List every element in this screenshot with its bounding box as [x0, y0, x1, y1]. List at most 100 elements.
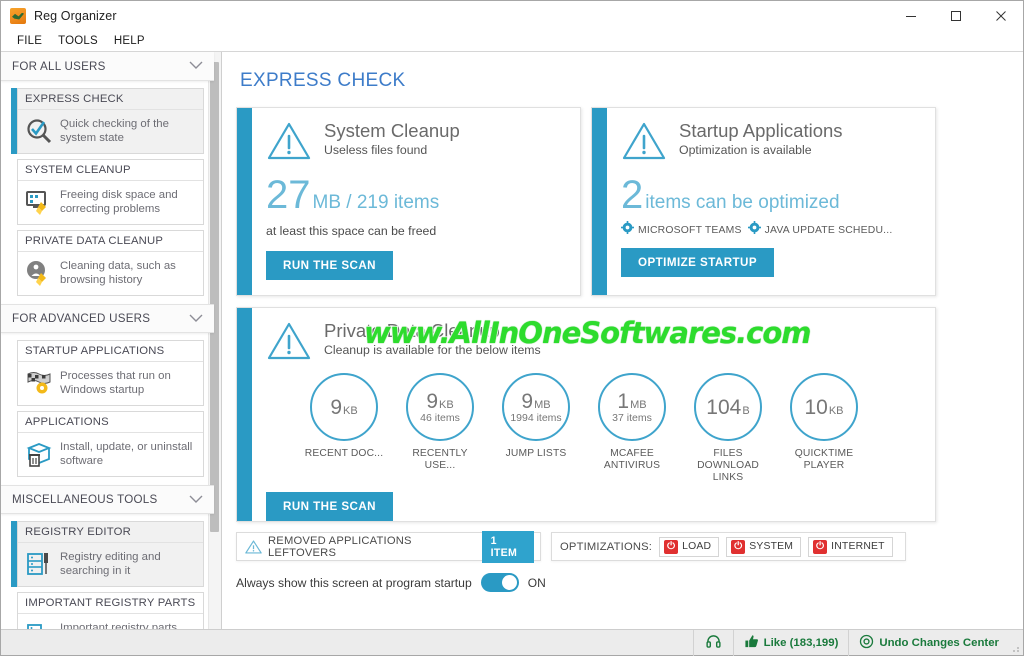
- sidebar-item-head: SYSTEM CLEANUP: [18, 160, 203, 181]
- leftovers-panel[interactable]: REMOVED APPLICATIONS LEFTOVERS 1 ITEM: [236, 530, 541, 563]
- optimization-chip-system[interactable]: ⏻ SYSTEM: [726, 536, 802, 557]
- circle-item[interactable]: 104 B FILES DOWNLOAD LINKS: [684, 373, 772, 484]
- maximize-icon[interactable]: [933, 1, 978, 31]
- startup-item: MICROSOFT TEAMS: [621, 221, 742, 239]
- card-note: at least this space can be freed: [266, 224, 437, 238]
- checkered-flag-gear-icon: [25, 369, 53, 397]
- group-title: MISCELLANEOUS TOOLS: [12, 493, 158, 506]
- sidebar-group-for-advanced-users[interactable]: FOR ADVANCED USERS: [1, 304, 214, 333]
- circle-label: RECENTLY USE...: [412, 448, 468, 471]
- circle-value: 9: [426, 389, 438, 413]
- card-subtitle: Optimization is available: [679, 143, 812, 157]
- sidebar-item-registry-editor[interactable]: REGISTRY EDITOR Registry editing and sea…: [11, 521, 204, 587]
- power-icon: ⏻: [731, 539, 746, 554]
- run-the-scan-button[interactable]: RUN THE SCAN: [266, 251, 393, 280]
- circle-gauge: 9 MB 1994 items: [502, 373, 570, 441]
- registry-screwdriver-icon: [25, 550, 53, 578]
- sidebar-item-desc: Quick checking of the system state: [60, 118, 169, 144]
- sidebar-item-important-registry-parts[interactable]: IMPORTANT REGISTRY PARTS Important regis…: [17, 592, 204, 629]
- sidebar-item-desc: Freeing disk space and correcting proble…: [60, 189, 178, 215]
- leftovers-badge: 1 ITEM: [481, 530, 534, 563]
- metric-value: 2: [621, 173, 644, 217]
- card-metric: 27 MB / 219 items: [266, 173, 566, 217]
- circle-value: 9: [330, 395, 342, 419]
- metric-value: 27: [266, 173, 311, 217]
- circle-gauge: 9 KB 46 items: [406, 373, 474, 441]
- minimize-icon[interactable]: [888, 1, 933, 31]
- sidebar-item-startup-applications[interactable]: STARTUP APPLICATIONS Processes that run …: [17, 340, 204, 406]
- warning-triangle-icon: [266, 320, 312, 362]
- sidebar-item-head: PRIVATE DATA CLEANUP: [18, 231, 203, 252]
- optimizations-panel: OPTIMIZATIONS: ⏻ LOAD ⏻ SYSTEM ⏻ INTERNE…: [551, 532, 906, 561]
- circle-gauge: 10 KB: [790, 373, 858, 441]
- sidebar-tiles-advanced-users: STARTUP APPLICATIONS Processes that run …: [1, 333, 214, 485]
- app-title: Reg Organizer: [34, 8, 117, 23]
- menu-tools[interactable]: TOOLS: [50, 31, 106, 52]
- group-title: FOR ALL USERS: [12, 59, 106, 73]
- registry-broom-icon: [25, 621, 53, 629]
- menu-bar: FILE TOOLS HELP: [1, 31, 1023, 52]
- run-the-scan-button-2[interactable]: RUN THE SCAN: [266, 492, 393, 521]
- main-content: EXPRESS CHECK System Cleanup Useless fil…: [222, 52, 1023, 629]
- circle-item[interactable]: 9 KB 46 items RECENTLY USE...: [396, 373, 484, 484]
- close-icon[interactable]: [978, 1, 1023, 31]
- circle-value: 9: [521, 389, 534, 413]
- optimize-startup-button[interactable]: OPTIMIZE STARTUP: [621, 248, 775, 277]
- circle-item[interactable]: 10 KB QUICKTIME PLAYER: [780, 373, 868, 484]
- chip-label: INTERNET: [831, 541, 885, 552]
- sidebar-item-private-data-cleanup[interactable]: PRIVATE DATA CLEANUP Cleaning data, such…: [17, 230, 204, 296]
- card-accent-bar: [592, 108, 607, 295]
- like-button[interactable]: Like (183,199): [732, 629, 849, 656]
- sidebar-scrollbar[interactable]: [208, 52, 221, 629]
- sidebar-item-system-cleanup[interactable]: SYSTEM CLEANUP Freeing disk space and co…: [17, 159, 204, 225]
- circle-label: QUICKTIME PLAYER: [794, 448, 854, 471]
- undo-changes-center-button[interactable]: Undo Changes Center: [848, 629, 1009, 656]
- circle-label: RECENT DOC...: [304, 448, 384, 459]
- resize-grip[interactable]: [1009, 630, 1023, 656]
- cleanup-circles: 9 KB RECENT DOC... 9 KB 46 items RECENTL…: [266, 373, 921, 484]
- card-accent-bar: [237, 108, 252, 295]
- sidebar-item-desc: Processes that run on Windows startup: [60, 370, 171, 396]
- chevron-down-icon: [188, 57, 204, 75]
- chip-label: SYSTEM: [749, 541, 794, 552]
- startup-items-list: MICROSOFT TEAMS JAVA UPDATE SCHEDU...: [621, 221, 921, 239]
- metric-unit: items can be optimized: [645, 192, 840, 213]
- circle-item[interactable]: 9 MB 1994 items JUMP LISTS: [492, 373, 580, 484]
- magnifier-check-icon: [25, 117, 53, 145]
- sidebar-tiles-misc-tools: REGISTRY EDITOR Registry editing and sea…: [1, 514, 214, 629]
- menu-help[interactable]: HELP: [106, 31, 153, 52]
- card-subtitle: Useless files found: [324, 143, 428, 157]
- group-title: FOR ADVANCED USERS: [12, 312, 151, 325]
- circle-label: MCAFEE ANTIVIRUS: [603, 448, 661, 471]
- card-startup-applications: Startup Applications Optimization is ava…: [591, 107, 936, 296]
- sidebar-item-head: EXPRESS CHECK: [18, 89, 203, 110]
- scrollbar-thumb[interactable]: [210, 62, 219, 532]
- sidebar-item-express-check[interactable]: EXPRESS CHECK Quick checking of the syst…: [11, 88, 204, 154]
- undo-label: Undo Changes Center: [879, 636, 999, 649]
- leftovers-label: REMOVED APPLICATIONS LEFTOVERS: [268, 534, 412, 559]
- gear-icon: [747, 221, 761, 239]
- menu-file[interactable]: FILE: [9, 31, 50, 52]
- circle-item[interactable]: 1 MB 37 items MCAFEE ANTIVIRUS: [588, 373, 676, 484]
- optimization-chip-load[interactable]: ⏻ LOAD: [659, 536, 720, 557]
- sidebar-item-applications[interactable]: APPLICATIONS Install, update, or uninsta…: [17, 411, 204, 477]
- startup-toggle-switch[interactable]: [480, 573, 519, 592]
- title-bar: Reg Organizer: [1, 1, 1023, 31]
- circle-unit: KB: [439, 398, 454, 411]
- sidebar-group-for-all-users[interactable]: FOR ALL USERS: [1, 52, 214, 81]
- sidebar-group-miscellaneous-tools[interactable]: MISCELLANEOUS TOOLS: [1, 485, 214, 514]
- startup-item: JAVA UPDATE SCHEDU...: [747, 221, 893, 239]
- circle-items: 1994 items: [510, 411, 562, 424]
- card-title: Private Data Cleanup: [324, 320, 500, 341]
- circle-label: JUMP LISTS: [505, 448, 567, 459]
- warning-triangle-icon: [266, 120, 312, 162]
- circle-item[interactable]: 9 KB RECENT DOC...: [300, 373, 388, 484]
- headphones-button[interactable]: [692, 629, 733, 656]
- sidebar-item-head: APPLICATIONS: [18, 412, 203, 433]
- startup-toggle-row: Always show this screen at program start…: [236, 573, 1009, 592]
- optimization-chip-internet[interactable]: ⏻ INTERNET: [808, 536, 893, 557]
- chevron-down-icon: [188, 491, 204, 509]
- sidebar: FOR ALL USERS EXPRESS CHECK Quick checki…: [1, 52, 222, 629]
- circle-value: 1: [617, 389, 630, 413]
- reg-organizer-icon: [10, 7, 26, 24]
